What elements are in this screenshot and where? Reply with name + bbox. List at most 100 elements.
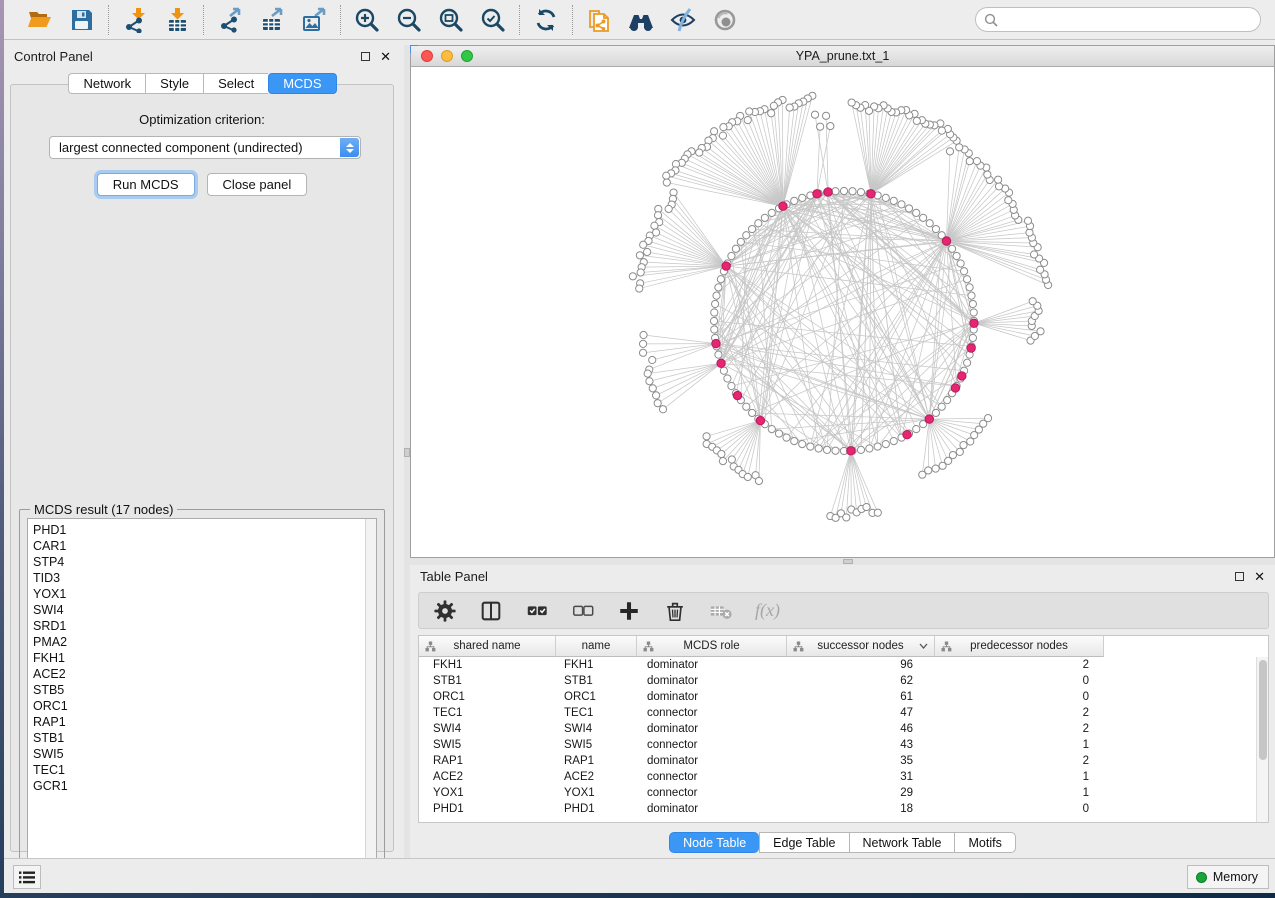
tab-network[interactable]: Network <box>68 73 145 94</box>
list-item[interactable]: SWI5 <box>33 746 365 762</box>
table-scrollbar[interactable] <box>1256 657 1268 822</box>
search-network-icon[interactable] <box>628 7 654 33</box>
select-all-icon[interactable] <box>525 599 549 623</box>
table-row[interactable]: PHD1PHD1dominator180 <box>419 801 1256 817</box>
tab-select[interactable]: Select <box>203 73 268 94</box>
table-row[interactable]: SWI4SWI4dominator462 <box>419 721 1256 737</box>
attribute-type-icon <box>425 641 436 652</box>
gear-icon[interactable] <box>433 599 457 623</box>
table-cell: 62 <box>787 675 935 687</box>
add-icon[interactable] <box>617 599 641 623</box>
mcds-result-list[interactable]: PHD1CAR1STP4TID3YOX1SWI4SRD1PMA2FKH1ACE2… <box>28 519 365 870</box>
table-cell: dominator <box>637 659 787 671</box>
table-panel: Table Panel ✕ f(x) shared name <box>410 565 1275 856</box>
desktop-background: Control Panel ✕ Network Style Select MCD… <box>0 0 1275 898</box>
tab-motifs[interactable]: Motifs <box>954 832 1015 853</box>
table-cell: 1 <box>935 739 1104 751</box>
float-panel-icon[interactable] <box>1235 572 1244 581</box>
table-cell: YOX1 <box>419 787 556 799</box>
optimization-criterion-select[interactable]: largest connected component (undirected) <box>49 136 361 159</box>
horizontal-splitter[interactable] <box>410 558 1275 565</box>
list-item[interactable]: YOX1 <box>33 586 365 602</box>
refresh-icon[interactable] <box>533 7 559 33</box>
attribute-type-icon <box>793 641 804 652</box>
list-item[interactable]: PMA2 <box>33 634 365 650</box>
export-network-icon[interactable] <box>217 7 243 33</box>
table-cell: STB1 <box>556 675 637 687</box>
column-header-predecessor-nodes[interactable]: predecessor nodes <box>935 636 1104 657</box>
optimization-criterion-label: Optimization criterion: <box>11 112 393 127</box>
memory-button[interactable]: Memory <box>1187 865 1269 889</box>
list-item[interactable]: TEC1 <box>33 762 365 778</box>
table-row[interactable]: YOX1YOX1connector291 <box>419 785 1256 801</box>
optimization-criterion-value: largest connected component (undirected) <box>59 140 303 155</box>
column-header-shared-name[interactable]: shared name <box>419 636 556 657</box>
run-mcds-button[interactable]: Run MCDS <box>97 173 195 196</box>
table-row[interactable]: ACE2ACE2connector311 <box>419 769 1256 785</box>
list-item[interactable]: RAP1 <box>33 714 365 730</box>
list-item[interactable]: GCR1 <box>33 778 365 794</box>
list-item[interactable]: SWI4 <box>33 602 365 618</box>
tab-edge-table[interactable]: Edge Table <box>759 832 848 853</box>
unselect-all-icon[interactable] <box>571 599 595 623</box>
task-history-button[interactable] <box>13 865 41 889</box>
export-table-icon[interactable] <box>259 7 285 33</box>
open-file-icon[interactable] <box>27 7 53 33</box>
attribute-type-icon <box>643 641 654 652</box>
table-row[interactable]: FKH1FKH1dominator962 <box>419 657 1256 673</box>
control-panel: Control Panel ✕ Network Style Select MCD… <box>4 45 401 858</box>
network-canvas-svg <box>411 67 1274 557</box>
list-item[interactable]: STB1 <box>33 730 365 746</box>
list-item[interactable]: PHD1 <box>33 522 365 538</box>
show-graphics-details-icon[interactable] <box>712 7 738 33</box>
table-row[interactable]: TEC1TEC1connector472 <box>419 705 1256 721</box>
table-row[interactable]: RAP1RAP1dominator352 <box>419 753 1256 769</box>
share-document-icon[interactable] <box>586 7 612 33</box>
import-table-icon[interactable] <box>164 7 190 33</box>
list-item[interactable]: STP4 <box>33 554 365 570</box>
mcds-list-scrollbar[interactable] <box>365 519 376 870</box>
table-cell: SWI5 <box>556 739 637 751</box>
show-columns-icon[interactable] <box>479 599 503 623</box>
tab-style[interactable]: Style <box>145 73 203 94</box>
tab-network-table[interactable]: Network Table <box>849 832 955 853</box>
save-session-icon[interactable] <box>69 7 95 33</box>
splitter-handle[interactable] <box>843 559 853 564</box>
zoom-fit-icon[interactable] <box>438 7 464 33</box>
list-item[interactable]: SRD1 <box>33 618 365 634</box>
scrollbar-thumb[interactable] <box>1259 660 1267 760</box>
network-window-titlebar[interactable]: YPA_prune.txt_1 <box>411 46 1274 67</box>
list-item[interactable]: ACE2 <box>33 666 365 682</box>
zoom-out-icon[interactable] <box>396 7 422 33</box>
close-panel-icon[interactable]: ✕ <box>1254 570 1265 583</box>
delete-icon[interactable] <box>663 599 687 623</box>
list-item[interactable]: TID3 <box>33 570 365 586</box>
node-table-body: FKH1FKH1dominator962STB1STB1dominator620… <box>419 657 1256 822</box>
list-item[interactable]: STB5 <box>33 682 365 698</box>
network-canvas[interactable] <box>411 67 1274 557</box>
table-row[interactable]: STB1STB1dominator620 <box>419 673 1256 689</box>
tab-mcds[interactable]: MCDS <box>268 73 336 94</box>
column-header-name[interactable]: name <box>556 636 637 657</box>
import-network-icon[interactable] <box>122 7 148 33</box>
close-panel-button[interactable]: Close panel <box>207 173 308 196</box>
function-builder-icon: f(x) <box>755 600 780 621</box>
search-input[interactable] <box>1003 13 1252 27</box>
column-header-mcds-role[interactable]: MCDS role <box>637 636 787 657</box>
list-item[interactable]: ORC1 <box>33 698 365 714</box>
export-image-icon[interactable] <box>301 7 327 33</box>
zoom-selected-icon[interactable] <box>480 7 506 33</box>
table-row[interactable]: ORC1ORC1dominator610 <box>419 689 1256 705</box>
tab-node-table[interactable]: Node Table <box>669 832 759 853</box>
close-panel-icon[interactable]: ✕ <box>380 50 391 63</box>
list-item[interactable]: CAR1 <box>33 538 365 554</box>
hide-graphics-details-icon[interactable] <box>670 7 696 33</box>
float-panel-icon[interactable] <box>361 52 370 61</box>
column-header-successor-nodes[interactable]: successor nodes <box>787 636 935 657</box>
table-header: shared name name MCDS role successor nod… <box>419 636 1268 657</box>
table-panel-titlebar: Table Panel ✕ <box>410 565 1275 587</box>
panel-title: Table Panel <box>420 569 488 584</box>
list-item[interactable]: FKH1 <box>33 650 365 666</box>
zoom-in-icon[interactable] <box>354 7 380 33</box>
table-row[interactable]: SWI5SWI5connector431 <box>419 737 1256 753</box>
